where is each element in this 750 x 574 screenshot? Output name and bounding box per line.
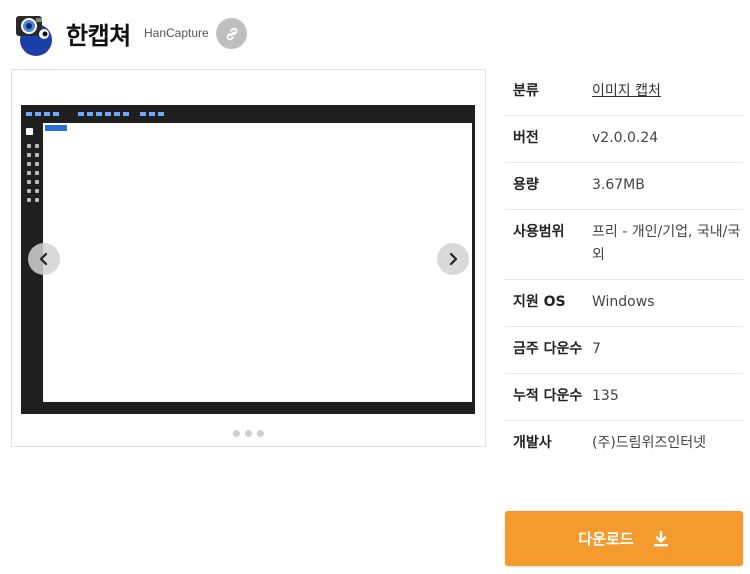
info-label: 용량 [513, 177, 539, 193]
info-label: 누적 다운수 [513, 388, 583, 404]
download-button[interactable]: 다운로드 [505, 511, 743, 566]
info-row-total-downloads: 누적 다운수 135 [505, 374, 743, 421]
slider-dot[interactable] [245, 430, 252, 437]
info-row-developer: 개발사 (주)드림위즈인터넷 [505, 421, 743, 467]
download-label: 다운로드 [578, 530, 634, 548]
info-label: 지원 OS [513, 294, 566, 310]
download-icon [653, 530, 668, 546]
info-label: 분류 [513, 83, 539, 99]
info-row-weekly-downloads: 금주 다운수 7 [505, 327, 743, 374]
info-label: 버전 [513, 130, 539, 146]
info-value: 프리 - 개인/기업, 국내/국외 [592, 224, 741, 263]
chevron-right-icon [449, 252, 458, 266]
info-label: 개발사 [513, 435, 552, 451]
slider-dot[interactable] [257, 430, 264, 437]
info-value: Windows [592, 294, 655, 310]
slider-dot[interactable] [233, 430, 240, 437]
slider-prev-button[interactable] [28, 243, 60, 275]
copy-link-button[interactable] [216, 18, 247, 49]
info-value: v2.0.0.24 [592, 130, 659, 146]
info-value: 3.67MB [592, 177, 645, 193]
info-value: 135 [592, 388, 619, 404]
screenshot-slider [11, 69, 486, 447]
info-row-version: 버전 v2.0.0.24 [505, 116, 743, 163]
app-info-table: 분류 이미지 캡처 버전 v2.0.0.24 용량 3.67MB 사용범위 프리… [505, 69, 743, 467]
slider-pagination [12, 430, 485, 437]
link-icon [226, 27, 237, 40]
app-logo [10, 10, 58, 58]
info-row-size: 용량 3.67MB [505, 163, 743, 210]
info-row-license: 사용범위 프리 - 개인/기업, 국내/국외 [505, 210, 743, 280]
app-screenshot [21, 105, 475, 414]
info-row-os: 지원 OS Windows [505, 280, 743, 327]
slider-next-button[interactable] [437, 243, 469, 275]
info-label: 금주 다운수 [513, 341, 583, 357]
category-link[interactable]: 이미지 캡처 [592, 80, 661, 103]
info-value: 7 [592, 341, 601, 357]
info-value: (주)드림위즈인터넷 [592, 435, 706, 451]
app-title: 한캡쳐 [66, 22, 131, 50]
chevron-left-icon [39, 252, 48, 266]
info-label: 사용범위 [513, 224, 565, 240]
info-row-category: 분류 이미지 캡처 [505, 69, 743, 116]
camera-mascot-icon [16, 16, 52, 56]
app-subtitle: HanCapture [144, 26, 209, 40]
